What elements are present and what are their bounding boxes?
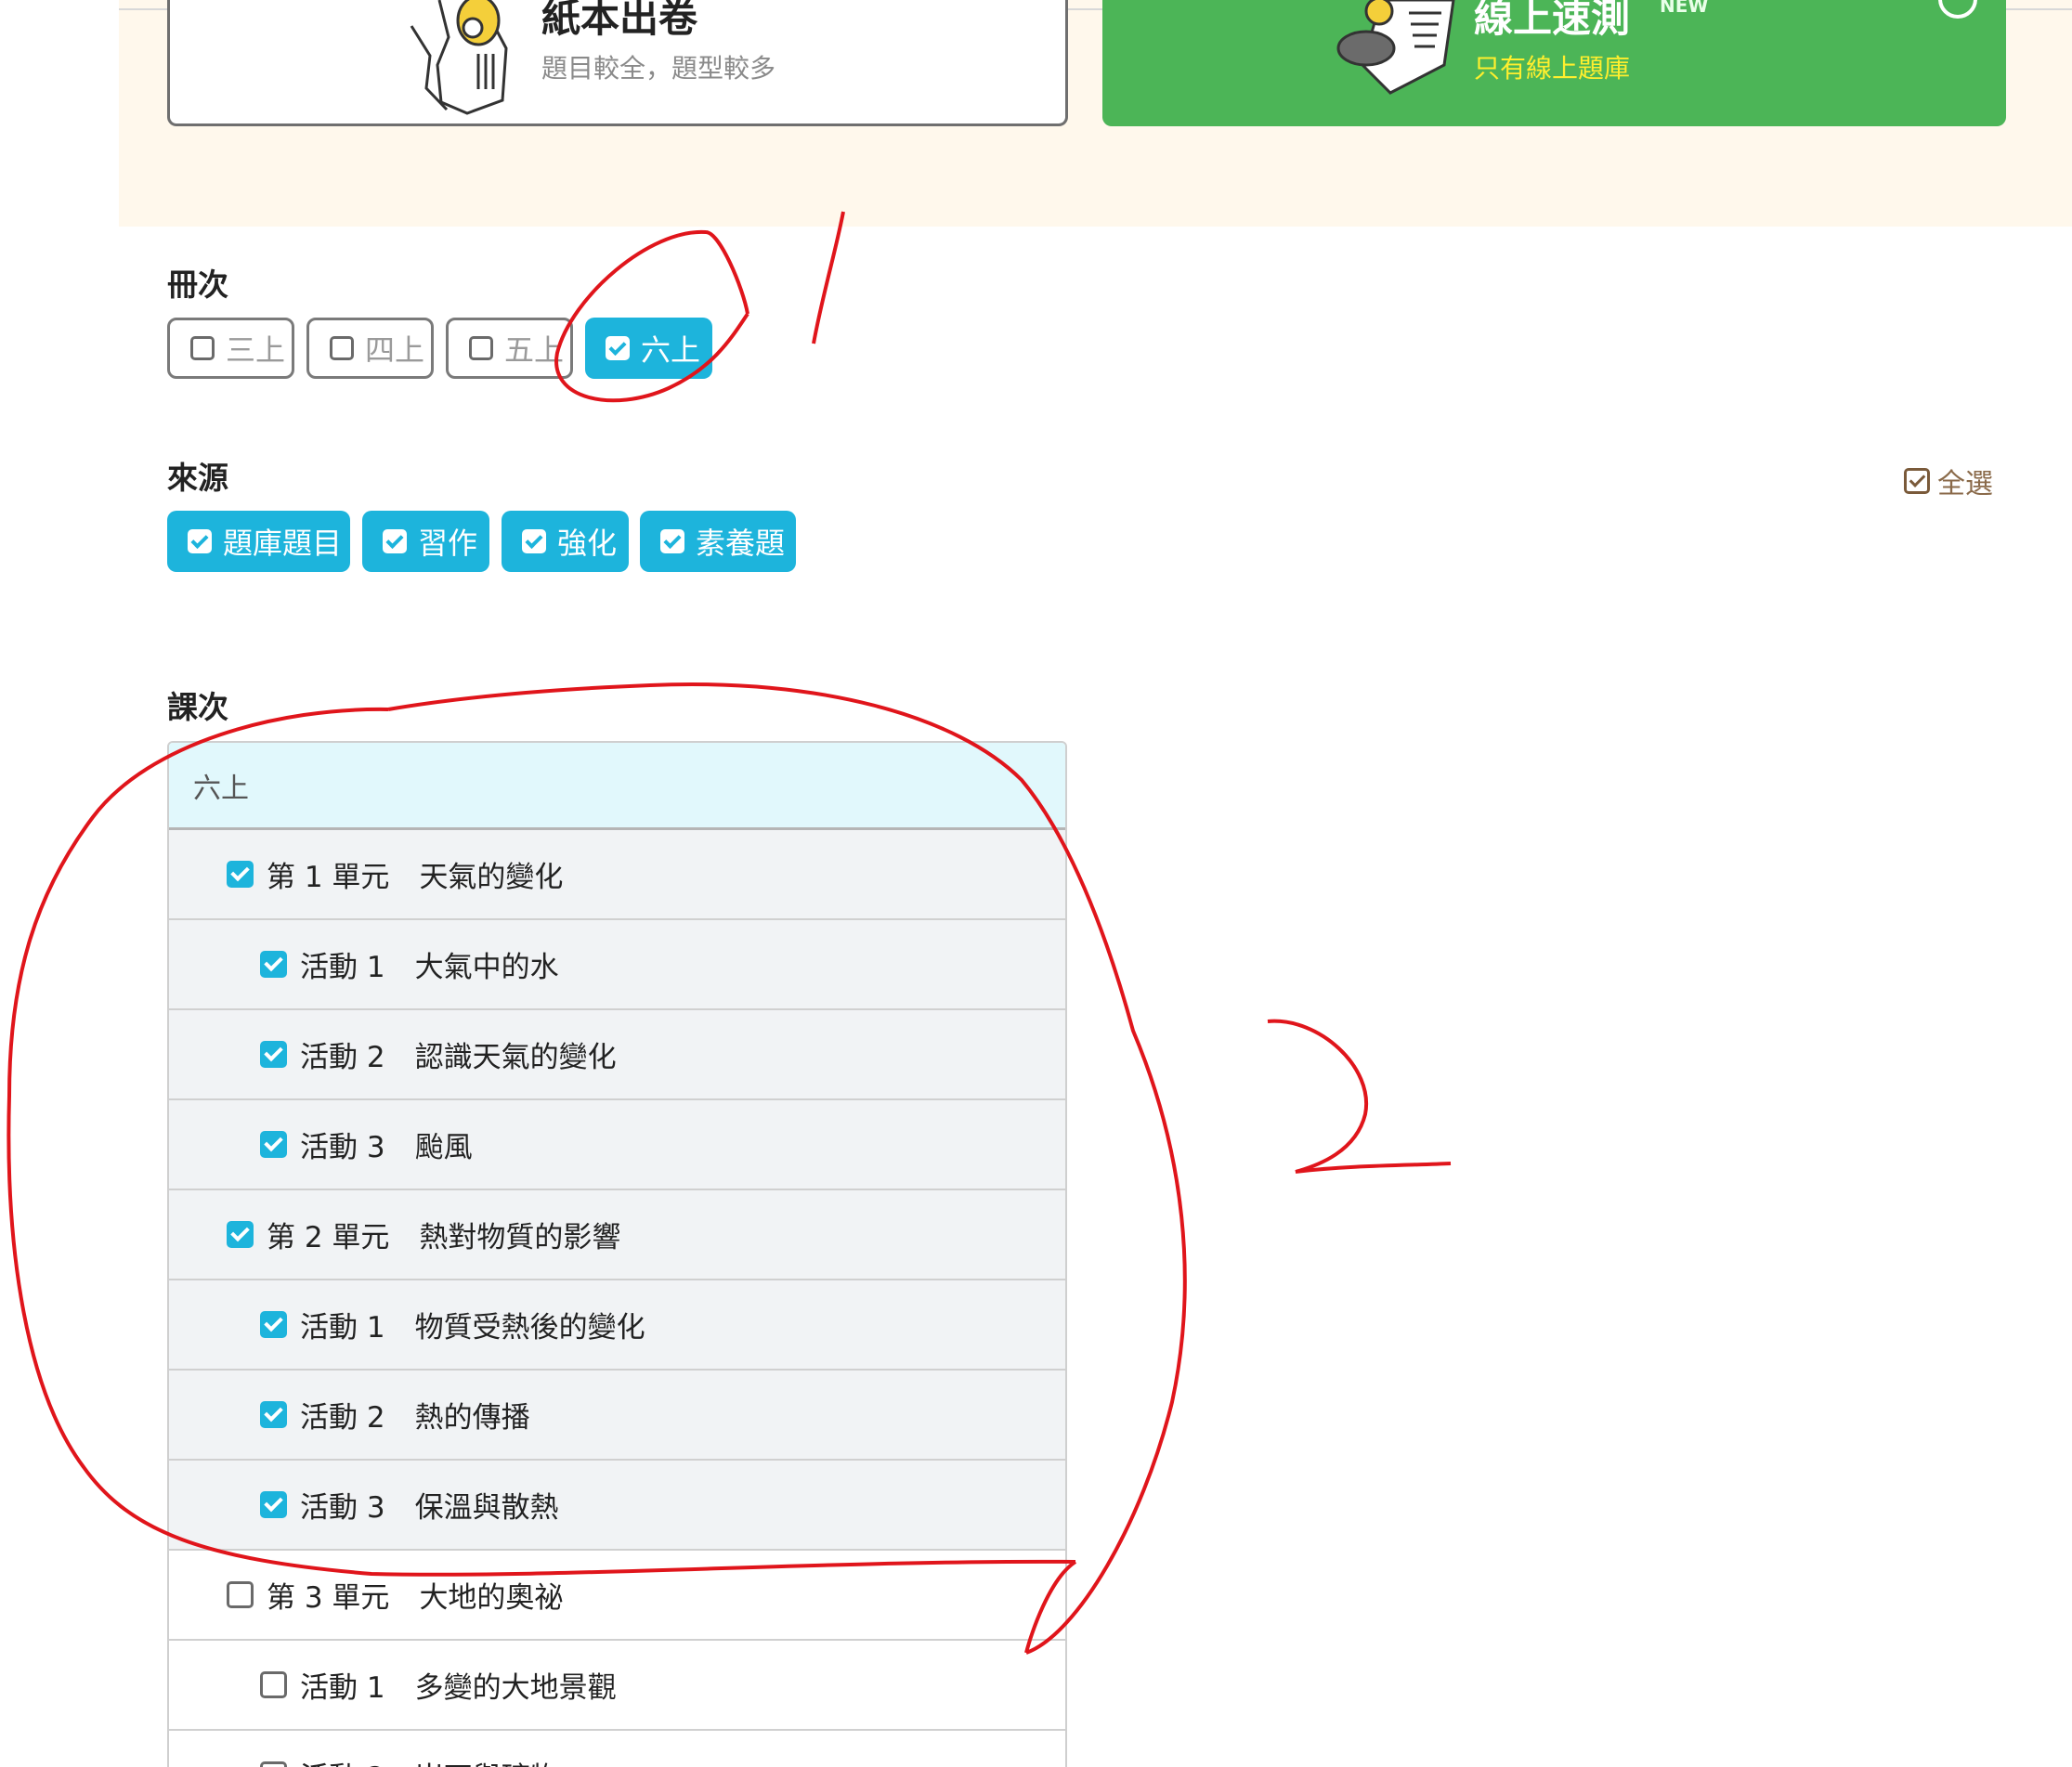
lesson-number: 第 3 單元 — [267, 1581, 390, 1615]
checkbox-checked-icon — [660, 529, 684, 553]
volume-chip-label: 四上 — [365, 332, 425, 368]
hand-paper-illustration-icon — [410, 0, 508, 115]
volume-chip-5a[interactable]: 五上 — [446, 318, 573, 379]
online-mode-subtitle: 只有線上題庫 — [1474, 53, 1631, 84]
online-mode-card[interactable]: 線上速測 NEW 只有線上題庫 — [1102, 0, 2006, 126]
volume-chip-3a[interactable]: 三上 — [167, 318, 294, 379]
source-chip-label: 習作 — [418, 526, 478, 561]
lesson-number: 活動 2 — [300, 1041, 385, 1074]
lesson-row[interactable]: 第 1 單元 天氣的變化 — [169, 830, 1065, 920]
lesson-number: 活動 2 — [300, 1401, 385, 1435]
lesson-title: 熱對物質的影響 — [419, 1221, 621, 1254]
lessons-label: 課次 — [167, 689, 228, 725]
lesson-number: 活動 1 — [300, 1671, 385, 1705]
checkbox-checked-icon — [606, 336, 630, 360]
online-mode-radio[interactable] — [1938, 0, 1977, 19]
checkbox-checked-icon — [1904, 468, 1930, 494]
source-chip-workbook[interactable]: 習作 — [362, 511, 489, 572]
checkbox-icon — [469, 336, 493, 360]
lesson-group-header: 六上 — [169, 743, 1065, 830]
lesson-number: 第 1 單元 — [267, 861, 390, 894]
lesson-list: 六上 第 1 單元 天氣的變化 活動 1 大氣中的水 活動 2 認識天氣的變化 … — [167, 741, 1067, 1767]
checkbox-icon — [190, 336, 215, 360]
source-chip-label: 強化 — [557, 526, 618, 561]
paper-mode-title: 紙本出卷 — [541, 0, 698, 41]
source-label: 來源 — [167, 460, 228, 496]
annotation-mark-1 — [812, 211, 845, 344]
lesson-title: 熱的傳播 — [414, 1401, 530, 1435]
select-all-toggle[interactable]: 全選 — [1904, 464, 1993, 500]
checkbox-icon[interactable] — [260, 1761, 287, 1767]
lesson-number: 活動 1 — [300, 1311, 385, 1345]
checkbox-checked-icon[interactable] — [227, 1221, 254, 1248]
checkbox-checked-icon[interactable] — [260, 1401, 287, 1428]
volume-label: 冊次 — [167, 266, 228, 303]
lesson-title: 大地的奧祕 — [419, 1581, 564, 1615]
lesson-number: 活動 2 — [300, 1754, 385, 1767]
checkbox-icon[interactable] — [227, 1581, 254, 1608]
lesson-row[interactable]: 活動 1 物質受熱後的變化 — [169, 1280, 1065, 1371]
checkbox-checked-icon[interactable] — [260, 1491, 287, 1518]
checkbox-checked-icon — [522, 529, 546, 553]
lesson-row[interactable]: 活動 2 熱的傳播 — [169, 1371, 1065, 1461]
lesson-row[interactable]: 第 3 單元 大地的奧祕 — [169, 1551, 1065, 1641]
lesson-title: 認識天氣的變化 — [414, 1041, 617, 1074]
lesson-title: 物質受熱後的變化 — [414, 1311, 645, 1345]
lesson-title: 岩石與礦物 — [415, 1754, 559, 1767]
online-mode-title: 線上速測 — [1474, 0, 1631, 41]
volume-chip-6a[interactable]: 六上 — [585, 318, 712, 379]
paper-mode-subtitle: 題目較全，題型較多 — [541, 53, 776, 84]
volume-chip-label: 三上 — [226, 332, 286, 368]
checkbox-checked-icon[interactable] — [260, 1131, 287, 1158]
source-chip-label: 素養題 — [696, 526, 786, 561]
source-chip-enhance[interactable]: 強化 — [502, 511, 629, 572]
select-all-label: 全選 — [1937, 468, 1993, 500]
lesson-title: 保溫與散熱 — [414, 1491, 559, 1525]
lesson-row[interactable]: 活動 2 認識天氣的變化 — [169, 1010, 1065, 1100]
checkbox-checked-icon[interactable] — [260, 1041, 287, 1068]
lesson-number: 活動 1 — [300, 951, 385, 984]
lesson-row[interactable]: 第 2 單元 熱對物質的影響 — [169, 1190, 1065, 1280]
source-chip-label: 題庫題目 — [223, 526, 343, 561]
checkbox-checked-icon — [383, 529, 407, 553]
lesson-title: 多變的大地景觀 — [414, 1671, 617, 1705]
lesson-title: 天氣的變化 — [419, 861, 564, 894]
lesson-row[interactable]: 活動 3 保溫與散熱 — [169, 1461, 1065, 1551]
lesson-row[interactable]: 活動 1 大氣中的水 — [169, 920, 1065, 1010]
volume-chip-label: 六上 — [641, 332, 701, 368]
lesson-title: 大氣中的水 — [414, 951, 559, 984]
lesson-row[interactable]: 活動 1 多變的大地景觀 — [169, 1641, 1065, 1731]
annotation-mark-2 — [1267, 1019, 1452, 1174]
checkbox-icon — [330, 336, 354, 360]
lesson-number: 活動 3 — [300, 1131, 385, 1164]
new-badge: NEW — [1660, 0, 1709, 17]
volume-chip-4a[interactable]: 四上 — [306, 318, 434, 379]
source-chip-literacy[interactable]: 素養題 — [640, 511, 796, 572]
paper-mode-card[interactable]: 紙本出卷 題目較全，題型較多 — [167, 0, 1068, 126]
checkbox-checked-icon — [188, 529, 212, 553]
lesson-row[interactable]: 活動 2 岩石與礦物 — [169, 1731, 1065, 1767]
lesson-number: 第 2 單元 — [267, 1221, 390, 1254]
source-chip-bank[interactable]: 題庫題目 — [167, 511, 350, 572]
volume-chip-label: 五上 — [504, 332, 565, 368]
lesson-number: 活動 3 — [300, 1491, 385, 1525]
mouse-paper-illustration-icon — [1336, 0, 1455, 95]
checkbox-checked-icon[interactable] — [260, 1311, 287, 1338]
checkbox-icon[interactable] — [260, 1671, 287, 1698]
lesson-title: 颱風 — [414, 1131, 473, 1164]
checkbox-checked-icon[interactable] — [260, 951, 287, 978]
lesson-row[interactable]: 活動 3 颱風 — [169, 1100, 1065, 1190]
checkbox-checked-icon[interactable] — [227, 861, 254, 888]
